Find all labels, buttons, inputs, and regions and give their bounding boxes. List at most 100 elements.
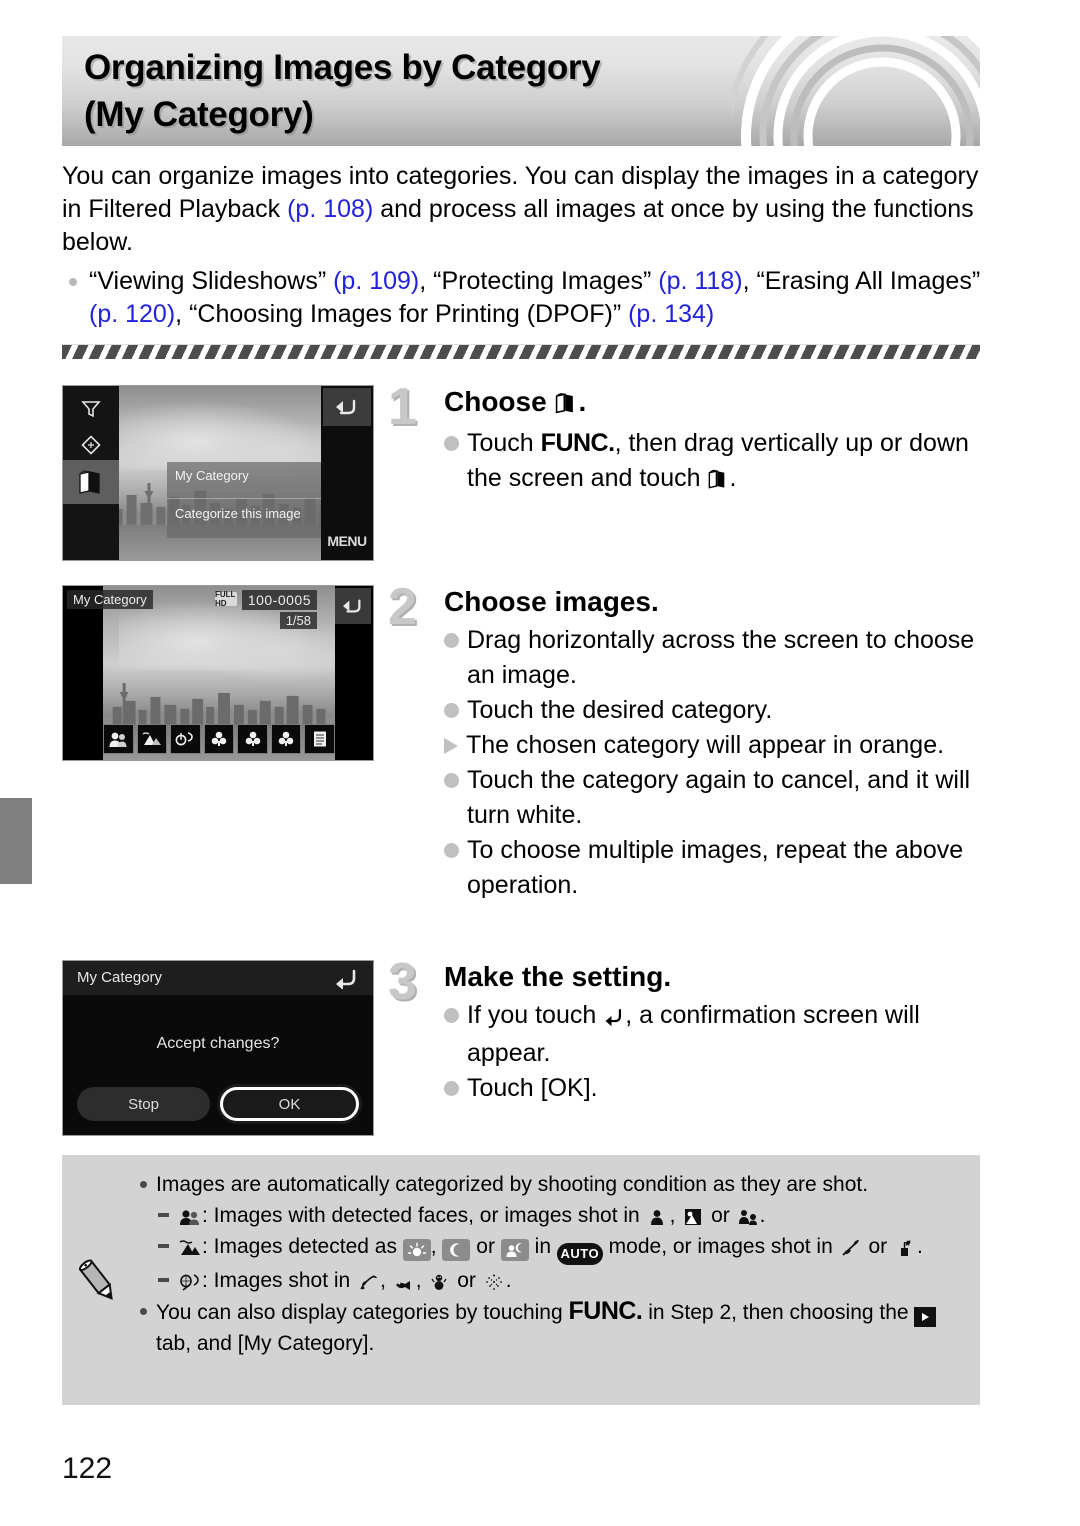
step-2-number: 2 (388, 578, 417, 636)
menu-button[interactable]: MENU (323, 526, 371, 556)
section-divider (62, 344, 980, 359)
text-prefix: : Images shot in (202, 1268, 357, 1292)
to-do-list-icon[interactable] (304, 724, 336, 754)
step-item: Drag horizontally across the screen to c… (444, 623, 988, 693)
step-1-items: Touch FUNC., then drag vertically up or … (444, 426, 988, 499)
notes-box: Images are automatically categorized by … (62, 1155, 980, 1405)
stop-button[interactable]: Stop (77, 1087, 210, 1121)
resolution-badge: FULL HD (215, 590, 237, 608)
note-item: : Images with detected faces, or images … (140, 1200, 964, 1231)
scenery-category-icon[interactable] (136, 724, 168, 754)
step-2-item-text: Touch the category again to cancel, and … (467, 766, 971, 829)
camera-screenshot-2: My Category FULL HD 100-0005 1/58 (62, 585, 374, 761)
snow-mode-icon (427, 1272, 451, 1292)
file-number-label: 100-0005 (241, 590, 317, 610)
text-prefix: : Images with detected faces, or images … (202, 1204, 646, 1227)
text-prefix: Touch (467, 429, 541, 457)
bullet-dot-icon (444, 633, 459, 648)
page-reference-link-118[interactable]: (p. 118) (658, 267, 742, 295)
text-middle: , (380, 1268, 392, 1292)
bullet-dash-icon (158, 1213, 169, 1217)
back-arrow-icon (603, 1001, 625, 1036)
rotate-icon[interactable] (71, 428, 111, 462)
image-counter-label: 1/58 (279, 612, 317, 629)
step-3-body: 3 Make the setting. If you touch , a con… (388, 956, 988, 1136)
bullet-dash-icon (158, 1277, 169, 1282)
step-3-items: If you touch , a confirmation screen wil… (444, 998, 988, 1106)
text-middle: , (415, 1268, 428, 1292)
underwater-mode-icon (392, 1272, 416, 1292)
back-arrow-icon[interactable] (335, 588, 371, 624)
text-middle: tab, and [My Category]. (156, 1331, 375, 1355)
dialog-button-row: Stop OK (77, 1087, 359, 1121)
step-1-heading-period: . (578, 386, 587, 417)
text-middle: , (430, 1235, 443, 1258)
category-3-icon[interactable] (270, 724, 302, 754)
sunny-scene-icon (402, 1239, 431, 1261)
note-item: Images are automatically categorized by … (140, 1169, 964, 1200)
note-text: : Images with detected faces, or images … (178, 1200, 964, 1231)
step-item: Touch [OK]. (444, 1071, 988, 1106)
my-category-icon (554, 388, 578, 422)
page-reference-link-134[interactable]: (p. 134) (628, 300, 714, 328)
step-1-heading: Choose . (444, 385, 988, 422)
people-category-icon[interactable] (103, 724, 134, 754)
page-reference-link-108[interactable]: (p. 108) (287, 195, 373, 223)
func-menu-item-categorize[interactable]: Categorize this image (175, 506, 301, 521)
screen-title-my-category: My Category (77, 969, 163, 986)
step-2-items: Drag horizontally across the screen to c… (444, 623, 988, 903)
page-reference-link-109[interactable]: (p. 109) (333, 267, 419, 295)
category-1-icon[interactable] (203, 724, 235, 754)
ref-text-d: , “Choosing Images for Printing (DPOF)” (175, 300, 629, 328)
step-2-heading: Choose images. (444, 586, 659, 617)
page-header-banner: Organizing Images by Category (My Catego… (62, 36, 980, 146)
page-number: 122 (62, 1452, 113, 1485)
ref-text-a: “Viewing Slideshows” (89, 267, 334, 295)
filter-icon[interactable] (71, 392, 111, 426)
func-menu-title: My Category (175, 468, 249, 483)
bullet-dot-icon (140, 1181, 147, 1188)
bullet-dash-icon (158, 1244, 169, 1248)
beach-mode-icon (356, 1272, 380, 1292)
note-item: You can also display categories by touch… (140, 1296, 964, 1359)
page-title-line-2: (My Category) (84, 95, 314, 134)
text-middle: in (528, 1235, 557, 1258)
playback-tab-icon (914, 1306, 937, 1327)
intro-bullet-text: “Viewing Slideshows” (p. 109), “Protecti… (89, 265, 982, 331)
ok-button[interactable]: OK (220, 1087, 359, 1121)
step-item: Touch the category again to cancel, and … (444, 763, 988, 833)
step-2-item-text: Touch the desired category. (467, 696, 773, 724)
func-button-label: FUNC. (568, 1296, 643, 1325)
text-middle: , (669, 1204, 682, 1227)
step-3-number: 3 (388, 953, 417, 1011)
bullet-triangle-icon (444, 738, 458, 754)
intro-paragraph: You can organize images into categories.… (62, 160, 982, 259)
step-1-row: My Category Categorize this image MENU 1… (62, 381, 988, 561)
step-3-item-text: If you touch , a confirmation screen wil… (467, 998, 988, 1071)
bullet-dot-icon (69, 278, 77, 286)
text-prefix: : Images detected as (202, 1235, 403, 1258)
night-portrait-scene-icon (500, 1239, 529, 1261)
back-arrow-icon[interactable] (323, 388, 371, 426)
step-2-body: 2 Choose images. Drag horizontally acros… (388, 581, 988, 903)
text-suffix: . (916, 1235, 923, 1258)
my-category-icon[interactable] (71, 465, 111, 499)
portrait-mode-icon (646, 1207, 670, 1227)
step-2-row: My Category FULL HD 100-0005 1/58 2 Choo… (62, 581, 988, 903)
step-3-row: My Category Accept changes? Stop OK 3 Ma… (62, 956, 988, 1136)
text-middle: or (862, 1235, 893, 1258)
confirmation-screen: My Category Accept changes? Stop OK (63, 961, 373, 1135)
back-arrow-icon[interactable] (327, 964, 367, 992)
text-suffix: . (759, 1204, 766, 1227)
ref-text-c: , “Erasing All Images” (742, 267, 981, 295)
chapter-edge-tab (0, 798, 32, 884)
bullet-dot-icon (444, 1081, 459, 1096)
step-item: Touch FUNC., then drag vertically up or … (444, 426, 988, 499)
page-reference-link-120[interactable]: (p. 120) (89, 300, 175, 328)
camera-screenshot-1: My Category Categorize this image MENU (62, 385, 374, 561)
events-category-icon[interactable] (170, 724, 201, 754)
category-2-icon[interactable] (237, 724, 268, 754)
notes-content: Images are automatically categorized by … (140, 1169, 964, 1359)
text-prefix: You can also display categories by touch… (156, 1300, 569, 1324)
text-middle: or (470, 1235, 501, 1258)
